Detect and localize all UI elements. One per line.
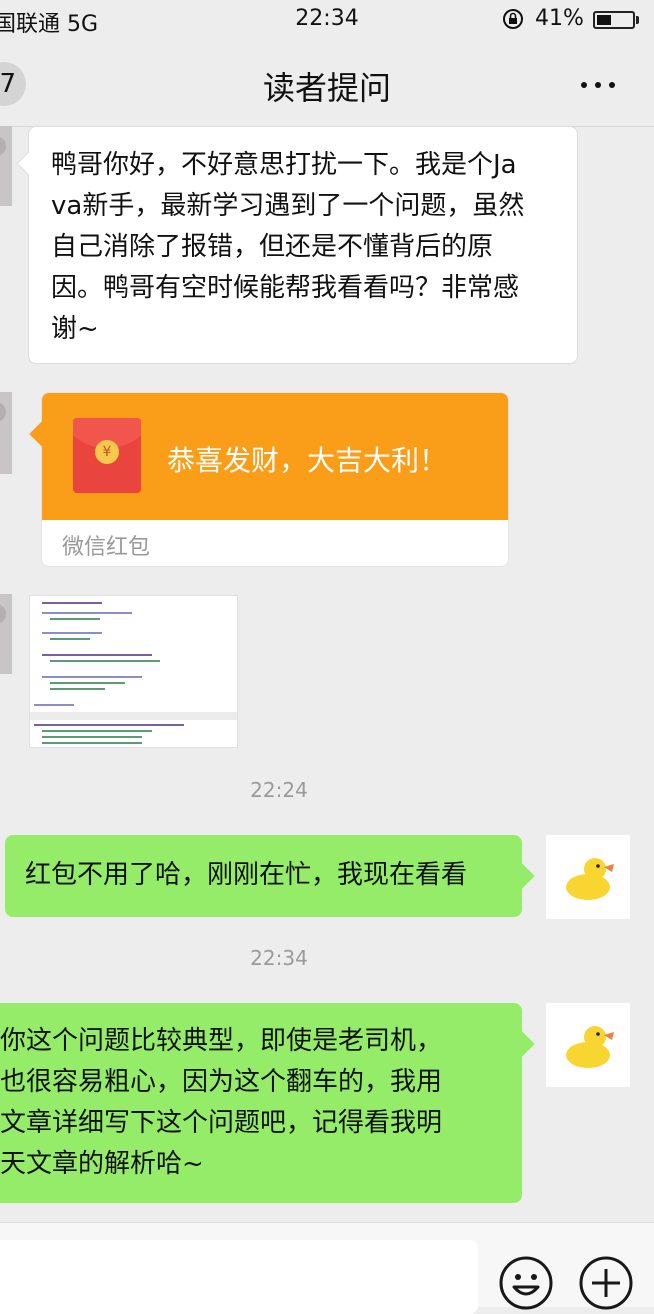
message-line: 鸭哥你好，不好意思打扰一下。我是个Ja <box>51 150 517 180</box>
red-envelope-icon: ¥ <box>73 418 141 493</box>
emoji-icon[interactable] <box>498 1255 554 1311</box>
question-message[interactable]: 鸭哥你好，不好意思打扰一下。我是个Ja va新手，最新学习遇到了一个问题，虽然 … <box>16 126 578 364</box>
reply-message[interactable]: 红包不用了哈，刚刚在忙，我现在看看 <box>5 835 535 917</box>
message-line: 文章详细写下这个问题吧，记得看我明 <box>0 1108 443 1138</box>
message-line: va新手，最新学习遇到了一个问题，虽然 <box>51 191 525 221</box>
chat-title: 读者提问 <box>262 69 391 107</box>
reader-avatar[interactable] <box>0 392 12 474</box>
input-bar <box>0 1222 654 1314</box>
code-screenshot-image[interactable] <box>29 595 238 748</box>
coin-icon: ¥ <box>95 440 119 464</box>
duck-icon <box>566 1026 614 1068</box>
bubble-tail <box>16 151 41 176</box>
reader-avatar[interactable] <box>0 126 12 206</box>
more-dots-icon[interactable] <box>578 70 618 100</box>
reader-avatar[interactable] <box>0 594 12 674</box>
red-packet-header: ¥ 恭喜发财，大吉大利！ <box>42 393 508 520</box>
message-line: 你这个问题比较典型，即使是老司机， <box>0 1026 443 1056</box>
bubble-tail <box>509 863 535 889</box>
message-text: 红包不用了哈，刚刚在忙，我现在看看 <box>25 860 468 890</box>
battery-icon <box>593 11 635 29</box>
message-line: 谢~ <box>51 314 99 344</box>
bubble-tail <box>509 1031 535 1057</box>
message-line: 天文章的解析哈~ <box>0 1149 204 1179</box>
red-packet-label: 微信红包 <box>62 535 151 560</box>
nav-bar: 7 读者提问 <box>0 42 654 127</box>
red-packet-message[interactable]: ¥ 恭喜发财，大吉大利！ 微信红包 <box>29 392 509 567</box>
status-bar: 国联通 5G 22:34 41% <box>0 0 654 42</box>
duck-avatar[interactable] <box>546 1003 630 1087</box>
battery-tip <box>636 16 639 24</box>
red-packet-greeting: 恭喜发财，大吉大利！ <box>167 444 448 477</box>
reply-message[interactable]: 你这个问题比较典型，即使是老司机， 也很容易粗心，因为这个翻车的，我用 文章详细… <box>0 1003 535 1203</box>
battery-level <box>597 15 611 25</box>
battery-percent: 41% <box>535 6 584 31</box>
timestamp: 22:24 <box>250 778 308 802</box>
timestamp: 22:34 <box>250 946 308 970</box>
message-input[interactable] <box>0 1240 478 1314</box>
plus-icon[interactable] <box>578 1255 634 1311</box>
rotation-lock-icon <box>503 9 523 29</box>
message-line: 也很容易粗心，因为这个翻车的，我用 <box>0 1067 443 1097</box>
duck-avatar[interactable] <box>546 835 630 919</box>
duck-icon <box>566 858 614 900</box>
message-line: 自己消除了报错，但还是不懂背后的原 <box>51 232 494 262</box>
message-line: 因。鸭哥有空时候能帮我看看吗？非常感 <box>51 273 520 303</box>
